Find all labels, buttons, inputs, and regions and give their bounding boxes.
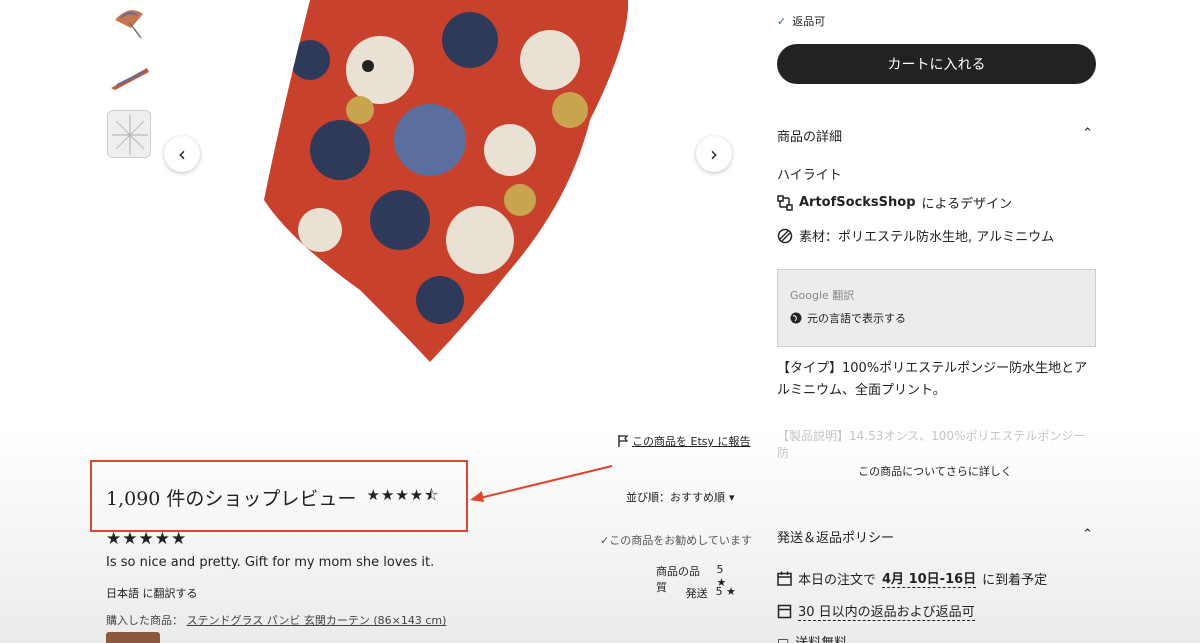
design-by-row: ArtofSocksShop によるデザイン — [777, 193, 1012, 212]
learn-more-button[interactable]: この商品についてさらに詳しく — [777, 463, 1093, 479]
annotation-arrow-icon — [470, 465, 613, 502]
google-translate-label: Google 翻訳 — [790, 289, 855, 302]
chevron-up-icon: ⌃ — [1082, 527, 1093, 542]
free-shipping-text: 送料無料 — [795, 632, 847, 643]
item-description-faded: 【製品説明】14.53オンス、100%ポリエステルポンジー防 — [777, 429, 1086, 460]
show-original-button[interactable]: 元の言語で表示する — [790, 310, 906, 326]
check-icon: ✓ — [777, 14, 787, 28]
sort-label: 並び順：おすすめ順 — [626, 491, 725, 504]
thumbnail-umbrella-closed[interactable] — [107, 58, 151, 98]
purchased-item-link[interactable]: ステンドグラス パンビ 玄関カーテン (86×143 cm) — [187, 614, 447, 627]
material-row: 素材：ポリエステル防水生地, アルミニウム — [777, 226, 1054, 245]
thumbnail-umbrella-detail[interactable] — [107, 110, 151, 158]
chevron-right-icon: › — [710, 142, 718, 166]
delivery-estimate: 本日の注文で 4月 10日-16日 に到着予定 — [777, 568, 1047, 588]
previous-image-button[interactable]: ‹ — [164, 136, 200, 172]
add-to-cart-button[interactable]: カートに入れる — [777, 44, 1096, 84]
returns-policy: 30 日以内の返品および返品可 — [777, 601, 975, 621]
truck-icon: ▭ — [777, 634, 790, 643]
shop-rating-stars: ★★★★⯪ — [366, 486, 440, 504]
delivery-suffix: に到着予定 — [982, 572, 1048, 588]
highlights-label: ハイライト — [777, 168, 842, 183]
chevron-up-icon: ⌃ — [1082, 126, 1093, 141]
rating-shipping: 発送 5 ★ — [656, 585, 736, 601]
material-layers-icon — [777, 228, 793, 243]
globe-icon — [790, 312, 802, 324]
rating-label: 発送 — [685, 587, 708, 600]
returns-accepted: ✓ 返品可 — [777, 13, 825, 29]
item-details-toggle[interactable]: 商品の詳細 ⌃ — [777, 126, 1093, 145]
returns-policy-text[interactable]: 30 日以内の返品および返品可 — [798, 601, 975, 621]
product-image — [250, 0, 650, 380]
design-tool-icon — [777, 194, 793, 211]
purchased-label: 購入した商品： — [106, 614, 183, 627]
next-image-button[interactable]: › — [696, 136, 732, 172]
purchased-item-row: 購入した商品： ステンドグラス パンビ 玄関カーテン (86×143 cm) — [106, 612, 446, 628]
caret-down-icon: ▾ — [729, 490, 735, 504]
sort-dropdown[interactable]: 並び順：おすすめ順 ▾ — [626, 489, 735, 505]
flag-icon — [618, 435, 628, 447]
shop-reviews-heading: 1,090 件のショップレビュー ★★★★⯪ — [106, 484, 439, 511]
shipping-policy-toggle[interactable]: 発送＆返品ポリシー ⌃ — [777, 527, 1093, 546]
shipping-policy-heading: 発送＆返品ポリシー — [777, 531, 895, 546]
returns-label: 返品可 — [792, 15, 826, 28]
item-details-heading: 商品の詳細 — [777, 130, 843, 145]
calendar-icon — [777, 571, 792, 586]
free-shipping: ▭ 送料無料 — [777, 632, 847, 643]
google-translate-box: Google 翻訳 元の言語で表示する — [777, 269, 1096, 347]
delivery-dates[interactable]: 4月 10日-16日 — [882, 568, 977, 588]
show-original-label: 元の言語で表示する — [807, 312, 906, 325]
rating-value: 5 ★ — [715, 585, 736, 598]
return-box-icon — [777, 604, 792, 618]
shop-name-link[interactable]: ArtofSocksShop — [799, 195, 916, 210]
delivery-prefix: 本日の注文で — [798, 572, 877, 588]
thumbnail-umbrella-open[interactable] — [107, 2, 151, 42]
shop-reviews-title: 1,090 件のショップレビュー — [106, 488, 357, 510]
report-item-link[interactable]: この商品を Etsy に報告 — [618, 433, 751, 449]
chevron-left-icon: ‹ — [178, 142, 186, 166]
purchased-item-thumbnail[interactable] — [106, 632, 160, 643]
recommend-note: ✓この商品をお勧めしています — [600, 534, 752, 547]
review-stars: ★★★★★ — [106, 529, 188, 549]
report-item-label: この商品を Etsy に報告 — [632, 435, 751, 448]
review-text: Is so nice and pretty. Gift for my mom s… — [106, 555, 435, 570]
design-suffix: によるデザイン — [921, 197, 1013, 212]
material-text: 素材：ポリエステル防水生地, アルミニウム — [799, 230, 1055, 245]
translate-review-link[interactable]: 日本語 に翻訳する — [106, 585, 198, 601]
item-description: 【タイプ】100%ポリエステルポンジー防水生地とアルミニウム、全面プリント。 — [777, 361, 1088, 398]
